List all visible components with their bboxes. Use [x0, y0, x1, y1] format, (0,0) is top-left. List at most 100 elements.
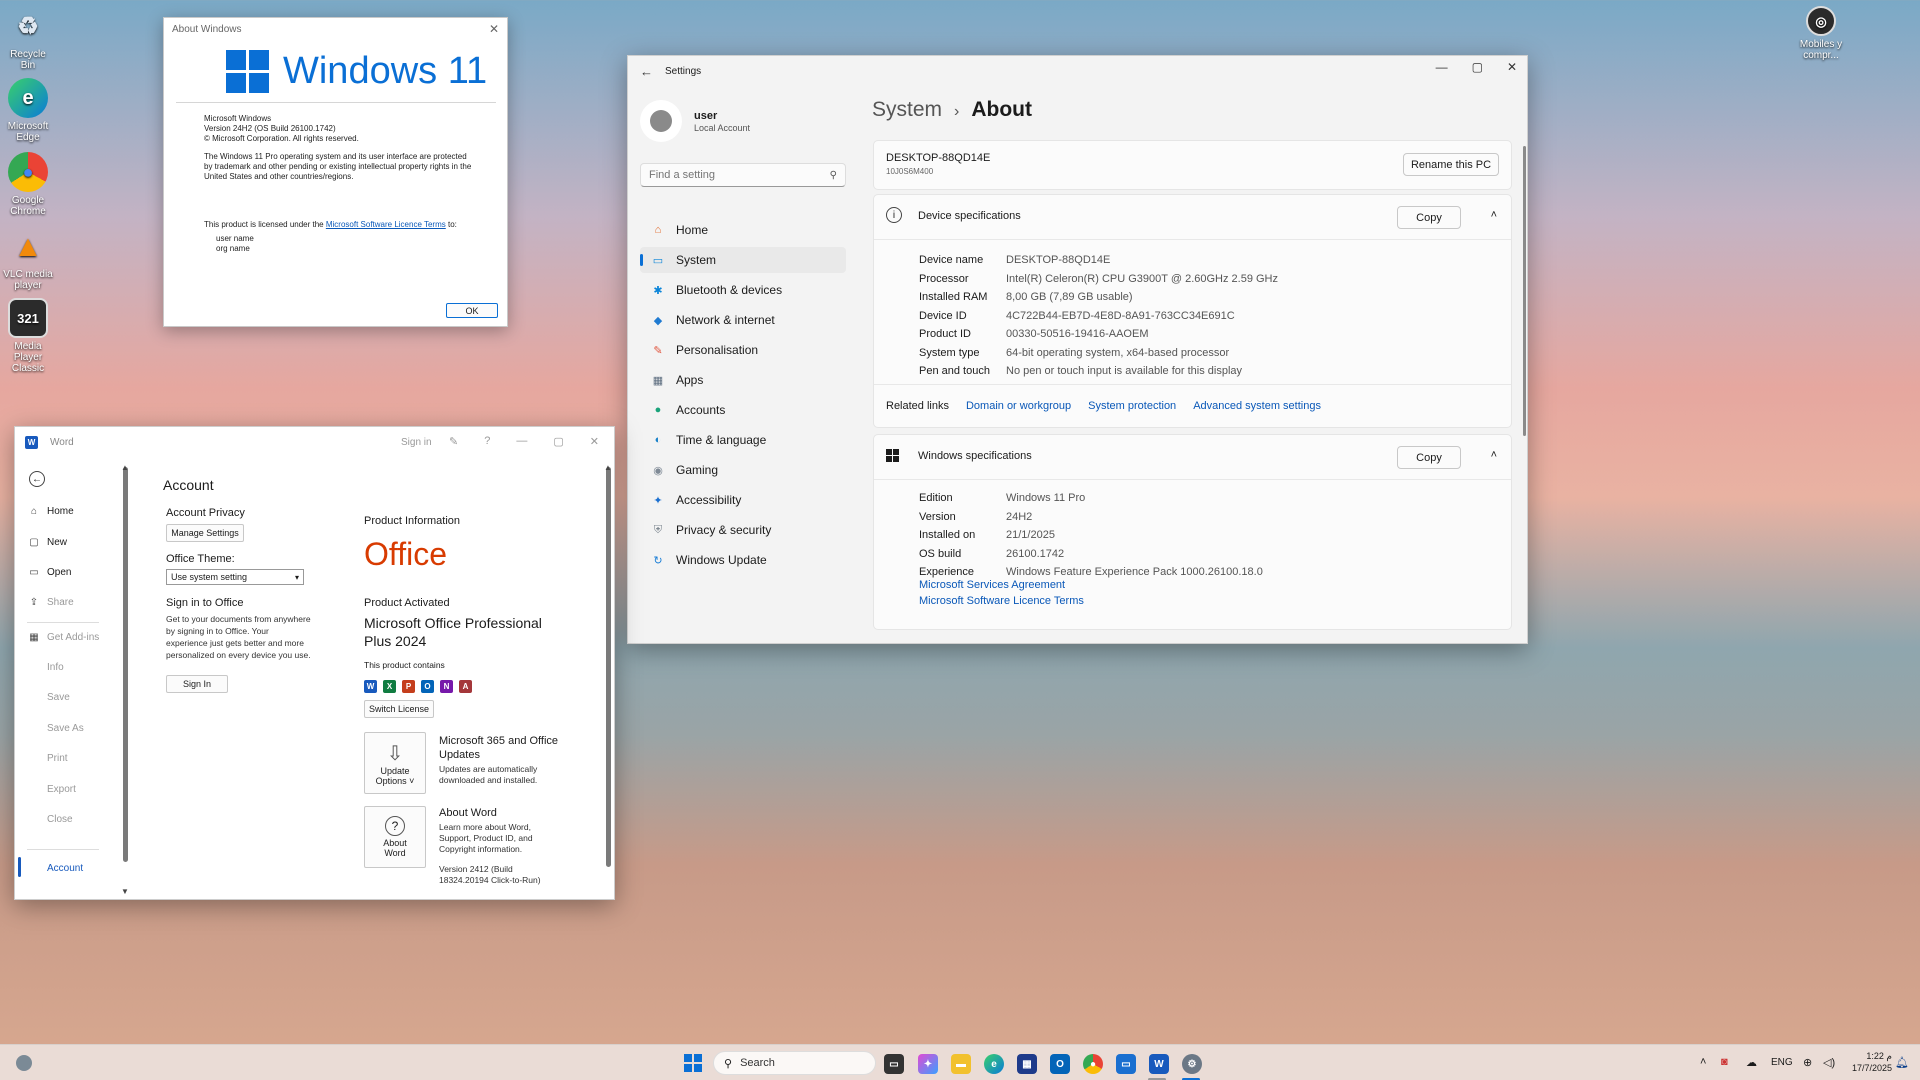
windows-specs-card: Windows specifications Copy ˄ Edition Win…	[873, 434, 1512, 630]
nav-item-account[interactable]: Account	[47, 863, 83, 874]
scroll-up-icon[interactable]: ▲	[121, 463, 129, 472]
settings-window: ← Settings — ▢ ✕ user Local Account ⚲ ⌂ H…	[627, 55, 1528, 644]
desktop-icon-label: Google Chrome	[10, 195, 46, 217]
chrome-icon[interactable]: ●	[1083, 1054, 1103, 1074]
nav-item-save[interactable]: Save	[27, 692, 70, 703]
nav-item-new[interactable]: ▢ New	[27, 537, 67, 548]
copilot-icon[interactable]: ✦	[918, 1054, 938, 1074]
sign-in-link[interactable]: Sign in	[401, 437, 432, 448]
license-terms-link[interactable]: Microsoft Software Licence Terms	[326, 220, 446, 229]
sidebar-item-bluetooth-devices[interactable]: ✱ Bluetooth & devices	[640, 277, 846, 303]
network-icon[interactable]: ⊕	[1803, 1056, 1812, 1069]
weather-icon[interactable]	[16, 1055, 32, 1071]
chevron-up-icon[interactable]: ˄	[1491, 449, 1497, 461]
desktop-icon-recycle-bin[interactable]: ♻ Recycle Bin	[2, 6, 54, 71]
sidebar-item-accessibility[interactable]: ✦ Accessibility	[640, 487, 846, 513]
start-button[interactable]	[684, 1054, 702, 1072]
store-icon[interactable]: ▦	[1017, 1054, 1037, 1074]
office-apps-list: WXPONA	[364, 680, 472, 693]
sidebar-item-home[interactable]: ⌂ Home	[640, 217, 846, 243]
feedback-icon[interactable]: ✎	[449, 435, 458, 448]
sidebar-item-time-language[interactable]: ◐ Time & language	[640, 427, 846, 453]
desktop-icon-edge[interactable]: e Microsoft Edge	[2, 78, 54, 143]
back-arrow-icon[interactable]: ←	[29, 471, 45, 487]
services-agreement-link[interactable]: Microsoft Services Agreement	[919, 579, 1065, 591]
minimize-icon[interactable]: —	[1436, 60, 1448, 74]
window-title: Word	[50, 437, 74, 448]
settings-search-box[interactable]: ⚲	[640, 163, 846, 187]
licence-terms-link[interactable]: Microsoft Software Licence Terms	[919, 595, 1084, 607]
sidebar-item-windows-update[interactable]: ↻ Windows Update	[640, 547, 846, 573]
settings-gear-icon[interactable]: ⚙	[1182, 1054, 1202, 1074]
notification-bell-icon[interactable]: 🔔︎	[1895, 1056, 1909, 1069]
language-indicator[interactable]: ENG	[1771, 1057, 1793, 1068]
desktop-icon-vlc[interactable]: ▲ VLC media player	[2, 226, 54, 291]
help-icon[interactable]: ?	[484, 435, 490, 448]
scrollbar[interactable]	[1523, 146, 1526, 436]
desktop-icon-mobiles[interactable]: ◎ Mobiles y compr...	[1794, 6, 1848, 61]
main-scrollbar[interactable]	[606, 467, 611, 867]
domain-workgroup-link[interactable]: Domain or workgroup	[966, 400, 1071, 412]
clock[interactable]: 1:22 م 17/7/2025	[1846, 1050, 1892, 1074]
nav-item-home[interactable]: ⌂ Home	[27, 506, 74, 517]
sidebar-item-gaming[interactable]: ◉ Gaming	[640, 457, 846, 483]
desktop-icon-mpc[interactable]: 321 Media Player Classic	[2, 298, 54, 374]
nav-item-save-as[interactable]: Save As	[27, 723, 84, 734]
about-word-button[interactable]: ? About Word	[364, 806, 426, 868]
task-view-icon[interactable]: ▭	[884, 1054, 904, 1074]
maximize-icon[interactable]: ▢	[1472, 60, 1483, 74]
nav-item-open[interactable]: ▭ Open	[27, 567, 71, 578]
nav-icon: ⌂	[654, 224, 662, 236]
scroll-down-icon[interactable]: ▼	[121, 887, 129, 896]
edge-icon[interactable]: e	[984, 1054, 1004, 1074]
sidebar-item-accounts[interactable]: ● Accounts	[640, 397, 846, 423]
copy-windows-specs-button[interactable]: Copy	[1397, 446, 1461, 469]
nav-scrollbar[interactable]	[123, 467, 128, 862]
search-input[interactable]	[649, 169, 809, 181]
nav-item-export[interactable]: Export	[27, 784, 76, 795]
back-arrow-icon[interactable]: ←	[640, 64, 653, 79]
tray-app-icon[interactable]: ◙	[1721, 1056, 1728, 1068]
chevron-up-icon[interactable]: ˄	[1700, 1056, 1706, 1068]
close-icon[interactable]: ✕	[590, 435, 599, 448]
volume-icon[interactable]: ◁)	[1823, 1056, 1835, 1069]
maximize-icon[interactable]: ▢	[553, 435, 563, 448]
ok-button[interactable]: OK	[446, 303, 498, 318]
nav-item-print[interactable]: Print	[27, 753, 68, 764]
nav-item-label: Share	[47, 597, 74, 608]
close-icon[interactable]: ✕	[1507, 60, 1517, 74]
sidebar-item-label: Gaming	[676, 463, 719, 477]
advanced-system-settings-link[interactable]: Advanced system settings	[1193, 400, 1321, 412]
copy-device-specs-button[interactable]: Copy	[1397, 206, 1461, 229]
outlook-icon[interactable]: O	[1050, 1054, 1070, 1074]
nav-item-close[interactable]: Close	[27, 814, 73, 825]
app-window-icon[interactable]: ▭	[1116, 1054, 1136, 1074]
rename-pc-button[interactable]: Rename this PC	[1403, 153, 1499, 176]
file-explorer-icon[interactable]: ▬	[951, 1054, 971, 1074]
avatar[interactable]	[640, 100, 682, 142]
taskbar-search-box[interactable]: ⚲ Search	[713, 1051, 876, 1075]
switch-license-button[interactable]: Switch License	[364, 700, 434, 718]
sidebar-item-system[interactable]: ▭ System	[640, 247, 846, 273]
chevron-up-icon[interactable]: ˄	[1491, 209, 1497, 221]
word-icon[interactable]: W	[1149, 1054, 1169, 1074]
update-options-button[interactable]: ⇩ Update Options ˅	[364, 732, 426, 794]
system-protection-link[interactable]: System protection	[1088, 400, 1176, 412]
theme-select[interactable]: Use system setting ▾	[166, 569, 304, 585]
sign-in-button[interactable]: Sign In	[166, 675, 228, 693]
nav-item-info[interactable]: Info	[27, 662, 64, 673]
desktop-icon-chrome[interactable]: ● Google Chrome	[2, 152, 54, 217]
sidebar-item-apps[interactable]: ▦ Apps	[640, 367, 846, 393]
manage-settings-button[interactable]: Manage Settings	[166, 524, 244, 542]
sidebar-item-privacy-security[interactable]: ⛨ Privacy & security	[640, 517, 846, 543]
sidebar-item-network-internet[interactable]: ◆ Network & internet	[640, 307, 846, 333]
minimize-icon[interactable]: —	[516, 435, 527, 448]
sidebar-item-label: System	[676, 253, 717, 267]
sidebar-item-personalisation[interactable]: ✎ Personalisation	[640, 337, 846, 363]
cloud-icon[interactable]: ☁	[1746, 1056, 1757, 1069]
scroll-up-icon[interactable]: ▲	[604, 463, 612, 472]
nav-item-get-add-ins[interactable]: ▦ Get Add-ins	[27, 632, 99, 643]
breadcrumb-parent[interactable]: System	[872, 98, 942, 122]
close-icon[interactable]: ✕	[489, 22, 499, 36]
nav-item-share[interactable]: ⇪ Share	[27, 597, 74, 608]
